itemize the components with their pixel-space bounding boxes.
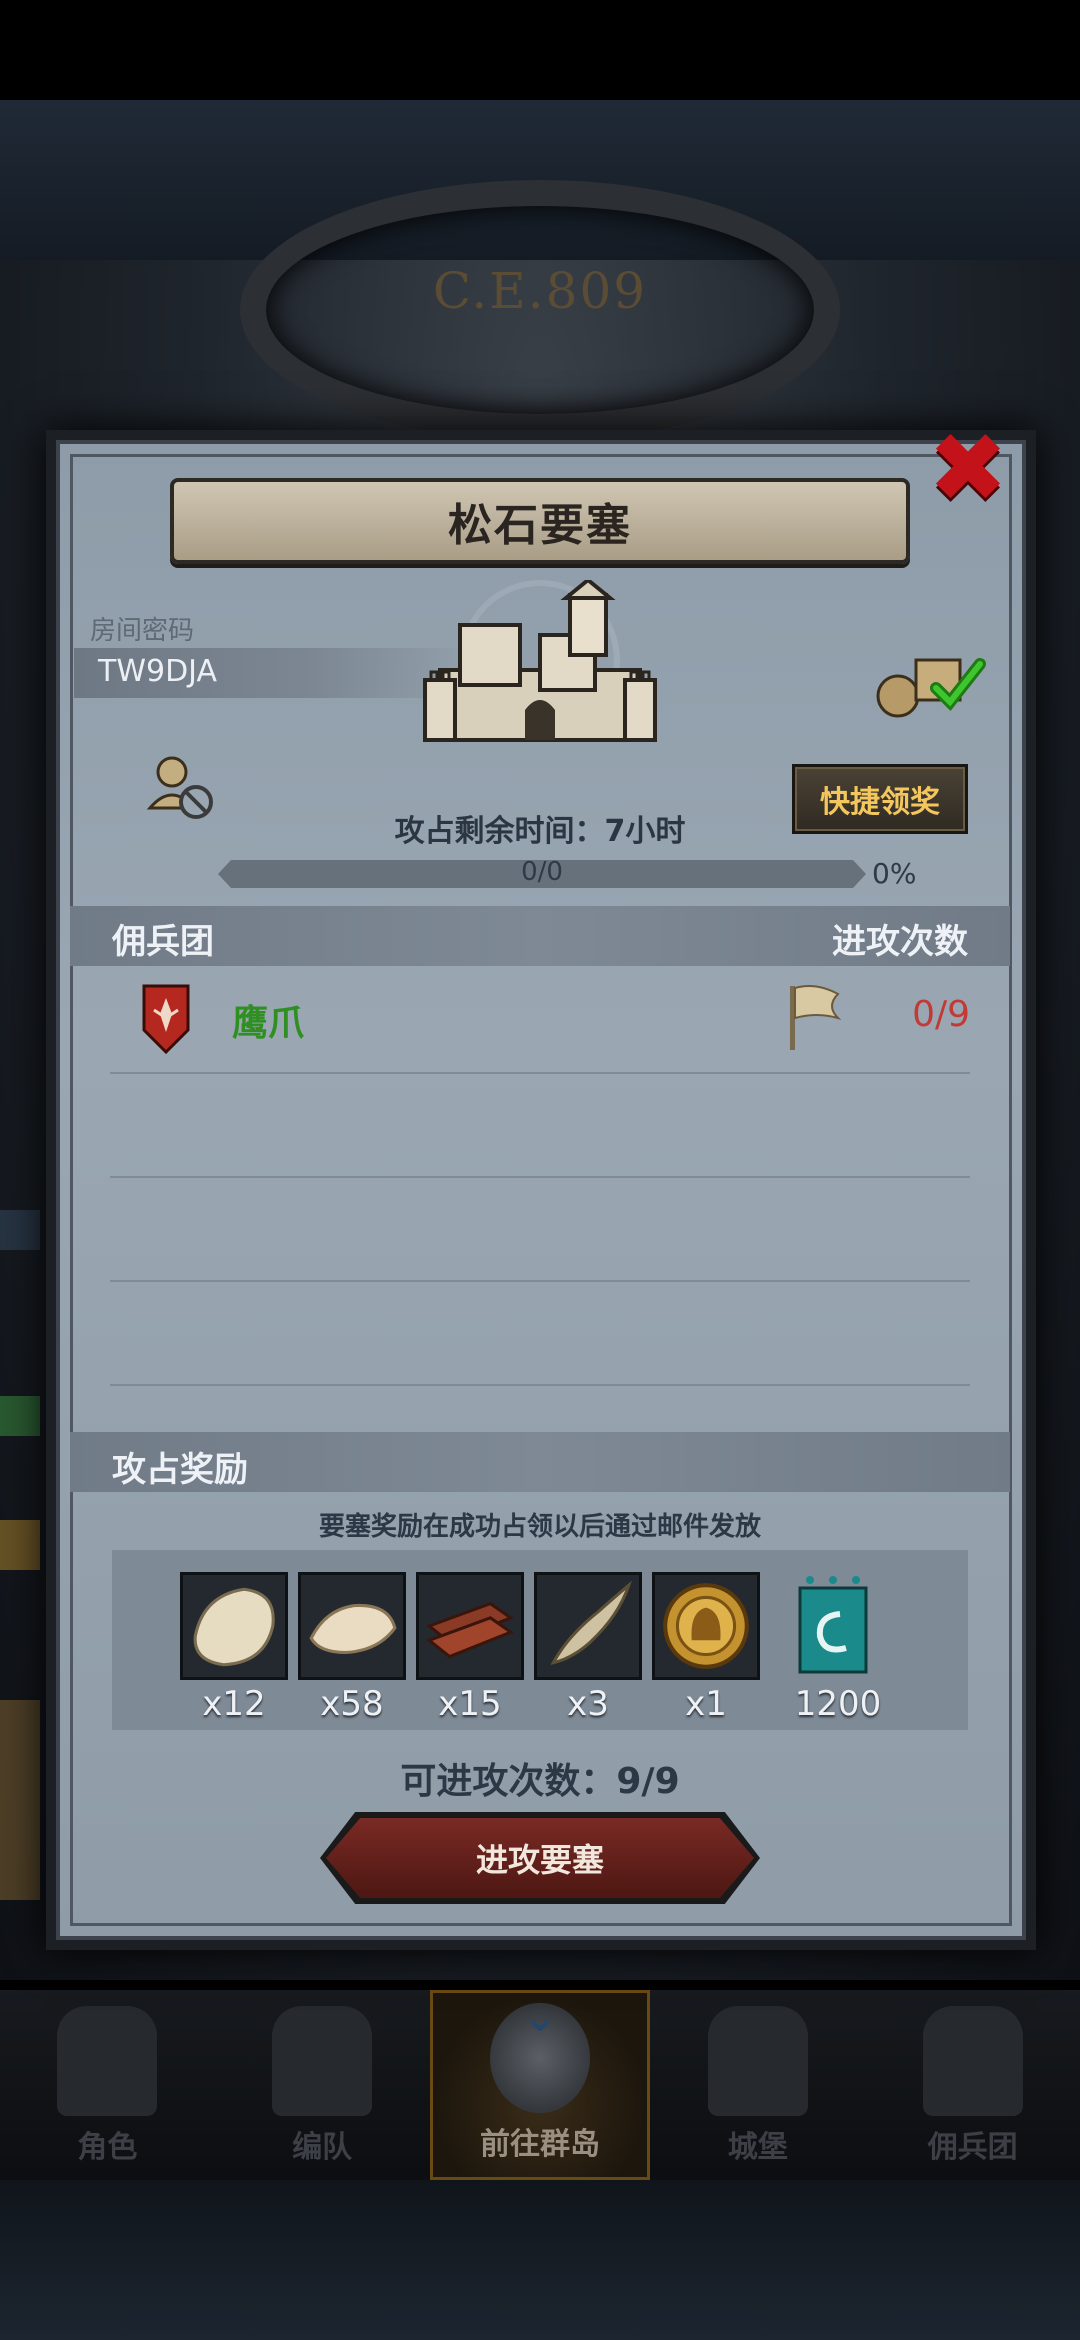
reward-item-horn[interactable] (534, 1572, 642, 1680)
reward-qty: x15 (438, 1684, 502, 1724)
row-divider (110, 1384, 970, 1386)
reward-item-cotton[interactable] (298, 1572, 406, 1680)
bottom-background-bar (0, 2180, 1080, 2340)
close-icon: ✖ (927, 412, 1009, 524)
nav-item-castle[interactable]: 城堡 (650, 1990, 865, 2180)
reward-item-banner[interactable] (788, 1572, 878, 1680)
attack-count-header: 进攻次数 (832, 922, 968, 962)
mercenary-emblem-icon (142, 984, 190, 1054)
wood-planks-icon (426, 1601, 514, 1659)
remaining-time-text: 攻占剩余时间：7小时 (394, 814, 686, 849)
chevron-down-icon: ⌄ (519, 1987, 561, 2043)
mercenary-row[interactable]: 鹰爪 0/9 (70, 976, 1010, 1076)
nav-item-islands[interactable]: ⌄ 前往群岛 (429, 1987, 651, 2180)
nav-item-character[interactable]: 角色 (0, 1990, 215, 2180)
horn-icon (550, 1580, 632, 1665)
era-year-text: C.E.809 (432, 262, 648, 320)
guild-banner-icon (798, 1576, 868, 1674)
row-divider (110, 1176, 970, 1178)
mercenary-name: 鹰爪 (232, 1003, 305, 1044)
flag-icon (790, 985, 842, 1050)
dialog-title: 松石要塞 (448, 500, 632, 551)
row-divider (110, 1280, 970, 1282)
reward-qty: x12 (202, 1684, 266, 1724)
title-banner: 松石要塞 (170, 478, 910, 564)
reward-item-fur[interactable] (180, 1572, 288, 1680)
mercenary-icon (922, 2006, 1023, 2116)
nav-label-castle: 城堡 (727, 2130, 788, 2165)
row-divider (110, 1072, 970, 1074)
reward-item-medal[interactable] (652, 1572, 760, 1680)
attack-fortress-button[interactable]: 进攻要塞 (326, 1818, 754, 1898)
available-attacks-text: 可进攻次数：9/9 (400, 1761, 680, 1802)
mercenary-header: 佣兵团 (112, 922, 214, 962)
knight-medal-icon (663, 1583, 749, 1669)
reward-note: 要塞奖励在成功占领以后通过邮件发放 (318, 1512, 761, 1542)
bottom-navigation: 角色 编队 ⌄ 前往群岛 城堡 佣兵团 (0, 1987, 1080, 2180)
side-tab-blue[interactable] (0, 1210, 40, 1250)
reward-header: 攻占奖励 (112, 1450, 248, 1490)
side-tab-green[interactable] (0, 1396, 40, 1436)
castle-icon (707, 2006, 808, 2116)
knight-icon (57, 2006, 158, 2116)
mercenary-attack-count: 0/9 (912, 994, 970, 1035)
helmet-icon (272, 2006, 373, 2116)
claimed-loot-icon (876, 658, 986, 718)
reward-qty: x3 (567, 1684, 609, 1724)
room-code-value[interactable]: TW9DJA (98, 654, 217, 689)
reward-item-wood[interactable] (416, 1572, 524, 1680)
attack-button-label: 进攻要塞 (475, 1841, 604, 1879)
cotton-fiber-icon (309, 1603, 397, 1655)
close-button[interactable]: ✖ (908, 418, 1028, 518)
game-screen: C.E.809 角色 编队 ⌄ 前往群岛 城堡 佣兵团 ✖ 松石要塞 房间密码 … (0, 0, 1080, 2340)
nav-label-character: 角色 (77, 2130, 138, 2165)
fortress-castle-icon (423, 580, 657, 742)
reward-qty: x58 (320, 1684, 384, 1724)
fur-pelt-icon (193, 1587, 275, 1667)
reward-qty: x1 (685, 1684, 727, 1724)
capture-progress-percent: 0% (872, 857, 917, 890)
nav-item-mercenary[interactable]: 佣兵团 (865, 1990, 1080, 2180)
reward-qty: 1200 (794, 1684, 882, 1724)
nav-label-mercenary: 佣兵团 (927, 2130, 1018, 2165)
nav-label-islands: 前往群岛 (479, 2127, 600, 2162)
nav-item-formation[interactable]: 编队 (215, 1990, 430, 2180)
capture-progress-text: 0/0 (521, 857, 563, 887)
nav-label-formation: 编队 (292, 2130, 353, 2165)
room-code-label: 房间密码 (90, 616, 195, 646)
